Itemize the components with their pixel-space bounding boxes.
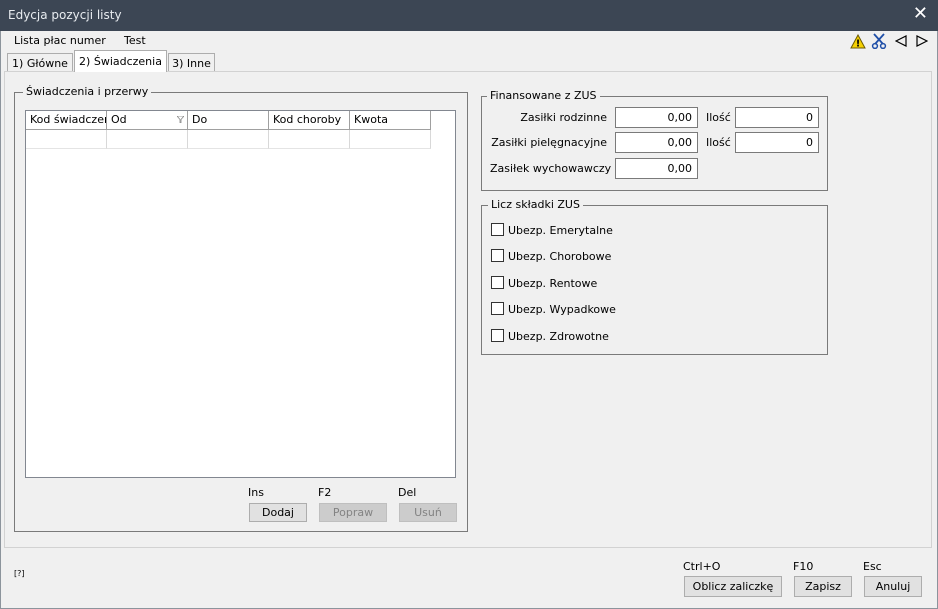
tab-swiadczenia[interactable]: 2) Świadczenia [74,50,167,72]
care-allowance-field[interactable]: 0,00 [615,132,698,153]
family-allowance-field[interactable]: 0,00 [615,107,698,128]
tab-glowne[interactable]: 1) Główne [7,53,73,72]
warning-icon[interactable]: ! [849,32,867,50]
family-allowance-qty-field[interactable]: 0 [735,107,819,128]
svg-text:!: ! [856,38,861,49]
column-header-od-label: Od [111,113,127,126]
edit-shortcut: F2 [318,486,332,499]
window-title: Edycja pozycji listy [8,8,122,22]
zus-contrib-group-label: Licz składki ZUS [488,198,583,211]
column-header-kod-choroby[interactable]: Kod choroby [269,111,350,130]
zus-funded-group-label: Finansowane z ZUS [487,89,600,102]
table-cell[interactable] [26,130,107,149]
title-bar: Edycja pozycji listy ✕ [0,0,938,31]
edit-button[interactable]: Popraw [319,503,387,522]
pension-insurance-label: Ubezp. Emerytalne [508,224,613,237]
sickness-insurance-label: Ubezp. Chorobowe [508,250,612,263]
calculate-advance-button[interactable]: Oblicz zaliczkę [684,576,782,597]
column-header-do[interactable]: Do [188,111,269,130]
pension-insurance-checkbox[interactable] [491,223,504,236]
cancel-button[interactable]: Anuluj [864,576,922,597]
list-number-label: Lista płac numer [14,34,106,47]
next-icon[interactable] [914,32,930,50]
accident-insurance-label: Ubezp. Wypadkowe [508,303,616,316]
cancel-shortcut: Esc [863,560,882,573]
table-cell[interactable] [350,130,431,149]
prev-icon[interactable] [893,32,909,50]
table-row[interactable] [26,130,431,149]
table-cell[interactable] [188,130,269,149]
health-insurance-label: Ubezp. Zdrowotne [508,330,609,343]
parental-allowance-field[interactable]: 0,00 [615,158,698,179]
delete-shortcut: Del [398,486,417,499]
family-allowance-label: Zasiłki rodzinne [520,111,607,124]
parental-allowance-label: Zasiłek wychowawczy [490,162,612,175]
list-number-value: Test [124,34,146,47]
accident-insurance-checkbox[interactable] [491,302,504,315]
table-cell[interactable] [107,130,188,149]
care-allowance-qty-label: Ilość [706,136,731,149]
help-icon[interactable]: [?] [14,569,25,578]
disability-insurance-label: Ubezp. Rentowe [508,277,598,290]
care-allowance-qty-field[interactable]: 0 [735,132,819,153]
filter-icon[interactable] [177,116,184,123]
sickness-insurance-checkbox[interactable] [491,249,504,262]
column-header-kwota[interactable]: Kwota [350,111,431,130]
add-button[interactable]: Dodaj [249,503,307,522]
close-icon[interactable]: ✕ [913,3,928,24]
column-header-kod-swiadczenia[interactable]: Kod świadczer [26,111,107,130]
tab-inne[interactable]: 3) Inne [168,53,215,72]
scissors-icon[interactable] [870,32,888,50]
calc-shortcut: Ctrl+O [683,560,721,573]
care-allowance-label: Zasiłki pielęgnacyjne [491,136,607,149]
delete-button[interactable]: Usuń [399,503,457,522]
save-button[interactable]: Zapisz [794,576,852,597]
table-cell[interactable] [269,130,350,149]
benefits-group-label: Świadczenia i przerwy [23,85,152,98]
benefits-grid[interactable]: Kod świadczer Od Do Kod choroby Kwota [25,110,456,478]
add-shortcut: Ins [248,486,264,499]
disability-insurance-checkbox[interactable] [491,276,504,289]
family-allowance-qty-label: Ilość [706,111,731,124]
save-shortcut: F10 [793,560,814,573]
health-insurance-checkbox[interactable] [491,329,504,342]
column-header-od[interactable]: Od [107,111,188,130]
